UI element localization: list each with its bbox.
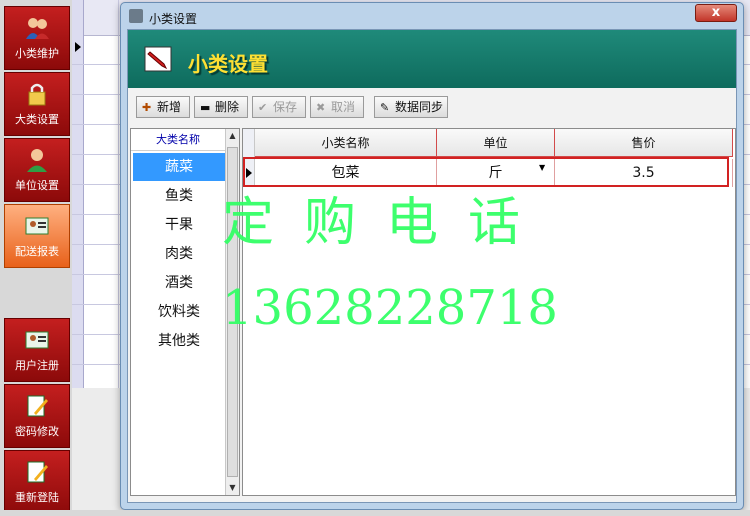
- x-icon: ✖: [316, 101, 326, 114]
- contact-card-icon: [25, 331, 49, 349]
- app-window: 小类维护 大类设置 单位设置 配送报表 用户注册 密码修改 重新登陆 小类设置 …: [0, 0, 750, 516]
- user-icon: [27, 149, 47, 172]
- status-bar: [0, 510, 750, 516]
- dialog-titlebar[interactable]: 小类设置 x: [121, 3, 743, 29]
- column-header-unit[interactable]: 单位: [437, 129, 555, 157]
- category-item[interactable]: 酒类: [133, 269, 225, 297]
- nav-relogin[interactable]: 重新登陆: [4, 450, 70, 514]
- notepad-icon: [27, 395, 48, 417]
- subcategory-settings-dialog: 小类设置 x 小类设置 ✚ 新增 ▬ 删除 ✔ 保存 ✖ 取消 ✎ 数据同步 大…: [120, 2, 744, 510]
- save-label: 保存: [273, 100, 298, 114]
- contact-card-icon: [25, 217, 49, 235]
- nav-label: 大类设置: [15, 113, 59, 126]
- nav-label: 配送报表: [15, 245, 59, 258]
- lock-icon: [28, 83, 46, 106]
- grid-separator: [118, 0, 119, 388]
- main-grid-row-indicator: [72, 0, 84, 388]
- column-header-price[interactable]: 售价: [555, 129, 733, 157]
- add-button[interactable]: ✚ 新增: [136, 96, 190, 118]
- nav-label: 重新登陆: [15, 491, 59, 504]
- cancel-label: 取消: [331, 100, 356, 114]
- pen-icon: [144, 46, 172, 72]
- nav-change-password[interactable]: 密码修改: [4, 384, 70, 448]
- minus-icon: ▬: [200, 101, 211, 114]
- watermark-phone-label: 定购电话: [222, 193, 551, 253]
- delete-button[interactable]: ▬ 删除: [194, 96, 248, 118]
- sync-label: 数据同步: [395, 100, 444, 114]
- category-list-header: 大类名称: [131, 129, 225, 151]
- category-item[interactable]: 蔬菜: [133, 153, 225, 181]
- add-label: 新增: [157, 100, 182, 114]
- app-icon: [129, 9, 143, 23]
- category-item[interactable]: 其他类: [133, 327, 225, 355]
- nav-subcategory-maintenance[interactable]: 小类维护: [4, 6, 70, 70]
- scroll-down-icon[interactable]: ▼: [226, 481, 239, 495]
- users-icon: [26, 18, 49, 39]
- save-button[interactable]: ✔ 保存: [252, 96, 306, 118]
- sync-notepad-icon: ✎: [380, 101, 390, 114]
- category-item[interactable]: 肉类: [133, 240, 225, 268]
- nav-label: 单位设置: [15, 179, 59, 192]
- nav-label: 密码修改: [15, 425, 59, 438]
- notepad-icon: [27, 461, 48, 483]
- row-pointer-icon: [75, 42, 81, 52]
- nav-delivery-report[interactable]: 配送报表: [4, 204, 70, 268]
- dialog-client: 小类设置 ✚ 新增 ▬ 删除 ✔ 保存 ✖ 取消 ✎ 数据同步 大类名称 蔬菜 …: [127, 29, 737, 503]
- dialog-banner: 小类设置: [128, 30, 736, 88]
- category-item[interactable]: 干果: [133, 211, 225, 239]
- close-button[interactable]: x: [695, 4, 737, 22]
- data-sync-button[interactable]: ✎ 数据同步: [374, 96, 448, 118]
- plus-icon: ✚: [142, 101, 152, 114]
- nav-user-registration[interactable]: 用户注册: [4, 318, 70, 382]
- banner-title: 小类设置: [188, 52, 268, 76]
- grid-header-indicator: [243, 129, 255, 157]
- nav-category-settings[interactable]: 大类设置: [4, 72, 70, 136]
- nav-label: 用户注册: [15, 359, 59, 372]
- category-item[interactable]: 鱼类: [133, 182, 225, 210]
- column-header-name[interactable]: 小类名称: [255, 129, 437, 157]
- left-nav: 小类维护 大类设置 单位设置 配送报表 用户注册 密码修改 重新登陆: [0, 0, 72, 516]
- delete-label: 删除: [215, 100, 240, 114]
- scroll-up-icon[interactable]: ▲: [226, 129, 239, 143]
- watermark-phone-number: 13628228718: [222, 280, 558, 336]
- cancel-button[interactable]: ✖ 取消: [310, 96, 364, 118]
- nav-unit-settings[interactable]: 单位设置: [4, 138, 70, 202]
- check-icon: ✔: [258, 101, 268, 114]
- nav-label: 小类维护: [15, 47, 59, 60]
- dialog-title: 小类设置: [149, 12, 198, 26]
- category-item[interactable]: 饮料类: [133, 298, 225, 326]
